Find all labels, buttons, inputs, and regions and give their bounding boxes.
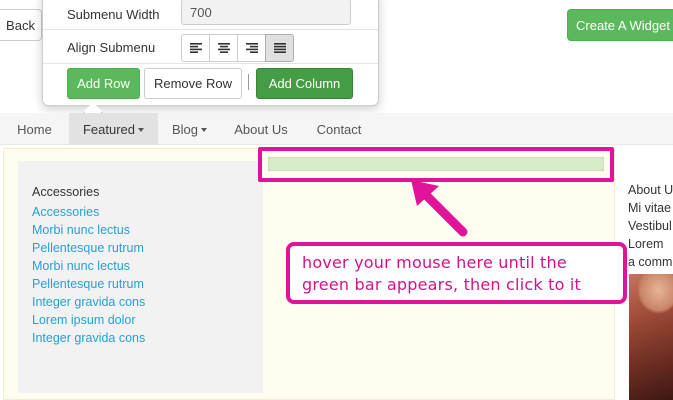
list-item[interactable]: Morbi nunc lectus — [32, 221, 145, 239]
nav-item-label: Featured — [82, 121, 136, 137]
align-right-button[interactable] — [237, 34, 266, 62]
popover-actions-row: Add Row Remove Row Add Column — [43, 65, 378, 105]
nav-item-blog[interactable]: Blog — [158, 113, 221, 145]
align-center-icon — [217, 43, 230, 53]
align-justify-icon — [273, 43, 286, 53]
green-add-bar[interactable] — [268, 157, 604, 171]
add-column-button[interactable]: Add Column — [256, 68, 353, 99]
submenu-settings-popover: Submenu Width 700 Align Submenu Add Row … — [42, 0, 379, 106]
nav-item-label: Contact — [316, 121, 362, 137]
list-item[interactable]: Pellentesque rutrum — [32, 275, 145, 293]
align-button-group — [181, 34, 294, 62]
add-row-button[interactable]: Add Row — [67, 68, 140, 99]
remove-row-button[interactable]: Remove Row — [144, 68, 242, 99]
list-item[interactable]: Morbi nunc lectus — [32, 257, 145, 275]
main-navbar: Home Featured Blog About Us Contact — [0, 113, 673, 145]
align-center-button[interactable] — [209, 34, 238, 62]
align-justify-button[interactable] — [265, 34, 294, 62]
instruction-callout: hover your mouse here until the green ba… — [286, 242, 627, 304]
button-divider — [248, 74, 249, 90]
nav-item-contact[interactable]: Contact — [301, 113, 377, 145]
about-us-column: About U Mi vitae Vestibul Lorem a comm — [628, 181, 673, 271]
caret-down-icon — [201, 128, 208, 132]
annotation-arrow-icon — [411, 180, 468, 237]
accessories-column: Accessories Accessories Morbi nunc lectu… — [18, 161, 263, 393]
nav-item-label: About Us — [234, 121, 288, 137]
align-right-icon — [245, 43, 258, 53]
column-title: Accessories — [32, 185, 100, 199]
column-text-line: Vestibul — [628, 219, 672, 233]
nav-item-featured[interactable]: Featured — [69, 113, 158, 145]
column-text-line: Lorem — [628, 237, 664, 251]
list-item[interactable]: Integer gravida cons — [32, 293, 145, 311]
list-item[interactable]: Accessories — [32, 203, 145, 221]
align-submenu-label: Align Submenu — [67, 40, 156, 55]
submenu-width-label: Submenu Width — [67, 7, 160, 22]
submenu-width-row: Submenu Width 700 — [43, 0, 378, 30]
nav-item-label: Home — [17, 121, 52, 137]
nav-item-about-us[interactable]: About Us — [221, 113, 301, 145]
instruction-text: hover your mouse here until the green ba… — [302, 253, 581, 294]
align-submenu-row: Align Submenu — [43, 30, 378, 64]
create-widget-button[interactable]: Create A Widget — [567, 9, 673, 41]
link-list: Accessories Morbi nunc lectus Pellentesq… — [32, 203, 145, 347]
portrait-image — [629, 274, 673, 400]
list-item[interactable]: Lorem ipsum dolor — [32, 311, 145, 329]
align-left-icon — [189, 43, 202, 53]
nav-item-label: Blog — [171, 121, 199, 137]
list-item[interactable]: Integer gravida cons — [32, 329, 145, 347]
submenu-width-input[interactable]: 700 — [181, 0, 351, 25]
column-text-line: Mi vitae — [628, 201, 672, 215]
caret-down-icon — [138, 128, 145, 132]
align-left-button[interactable] — [181, 34, 210, 62]
column-text-line: About U — [628, 183, 673, 197]
nav-item-home[interactable]: Home — [0, 113, 69, 145]
column-text-line: a comm — [628, 255, 673, 269]
back-button[interactable]: Back — [0, 9, 42, 41]
list-item[interactable]: Pellentesque rutrum — [32, 239, 145, 257]
